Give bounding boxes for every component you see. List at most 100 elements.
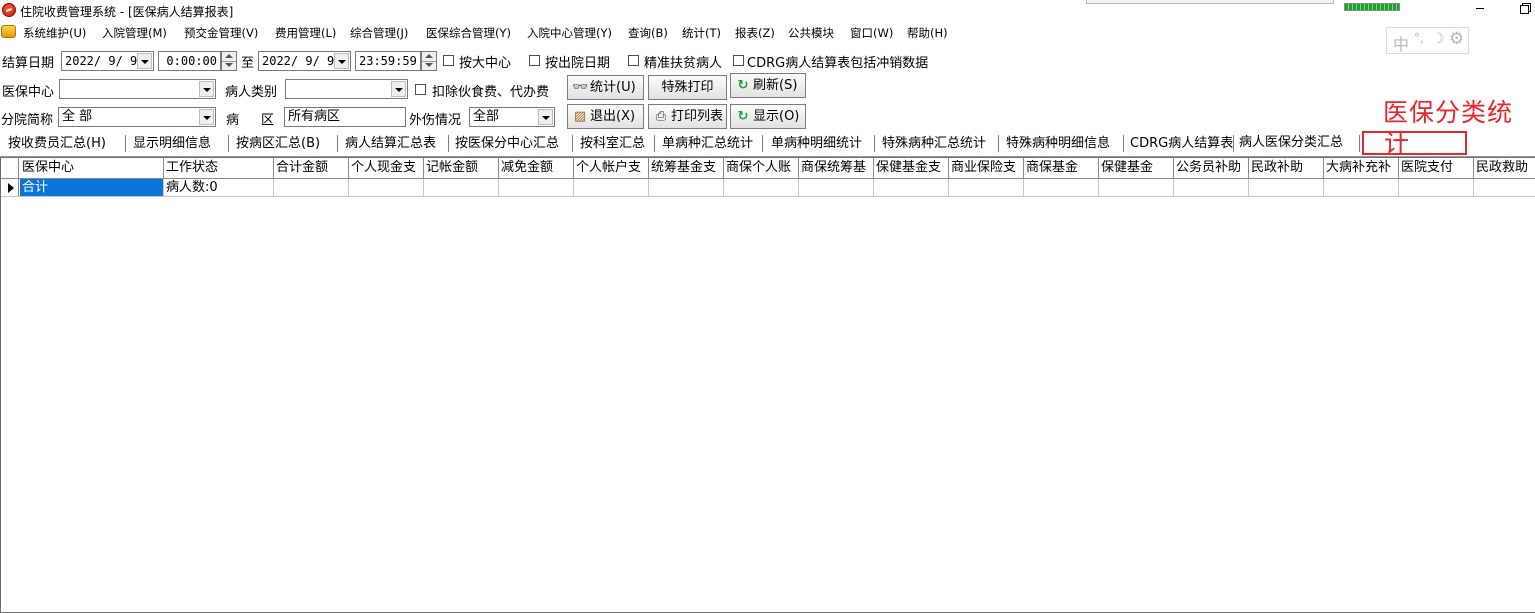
col-commercial-fund[interactable]: 商保基金 — [1024, 158, 1099, 178]
tab-insurance-category-summary[interactable]: 病人医保分类汇总 — [1239, 132, 1348, 156]
menu-insurance[interactable]: 医保综合管理(Y) — [426, 25, 511, 41]
branch-select[interactable]: 全 部 — [58, 107, 216, 127]
end-time-field[interactable]: 23:59:59 — [355, 51, 421, 71]
print-list-button[interactable]: ⎙ 打印列表 — [648, 104, 727, 129]
start-time-spinner[interactable] — [221, 51, 237, 71]
tab-by-insurance-subcenter[interactable]: 按医保分中心汇总 — [455, 134, 559, 155]
col-civil-affairs-aid[interactable]: 民政救助 — [1474, 158, 1535, 178]
injury-select[interactable]: 全部 — [469, 107, 555, 127]
col-work-status[interactable]: 工作状态 — [164, 158, 274, 178]
menu-reports[interactable]: 报表(Z) — [735, 25, 775, 41]
table-cell[interactable] — [499, 179, 574, 196]
start-time-field[interactable]: 0:00:00 — [158, 51, 221, 71]
menu-window[interactable]: 窗口(W) — [850, 25, 893, 41]
end-time-spinner[interactable] — [421, 51, 437, 71]
table-cell[interactable] — [874, 179, 949, 196]
tab-by-department[interactable]: 按科室汇总 — [580, 134, 645, 155]
ward-field[interactable]: 所有病区 — [284, 107, 406, 127]
menu-admission[interactable]: 入院管理(M) — [102, 25, 167, 41]
by-center-checkbox[interactable] — [443, 55, 454, 66]
menu-help[interactable]: 帮助(H) — [907, 25, 948, 41]
table-cell[interactable] — [799, 179, 874, 196]
table-cell[interactable] — [1174, 179, 1249, 196]
menu-admission-center[interactable]: 入院中心管理(Y) — [527, 25, 612, 41]
col-personal-account[interactable]: 个人帐户支 — [574, 158, 649, 178]
exit-button[interactable]: ▨ 退出(X) — [567, 104, 644, 129]
ime-toolbar[interactable]: 中 °, ☽ ⚙ — [1386, 27, 1469, 54]
col-health-fund-pay[interactable]: 保健基金支 — [874, 158, 949, 178]
refresh-button[interactable]: ↻ 刷新(S) — [730, 73, 806, 98]
restore-icon[interactable] — [1520, 3, 1531, 14]
table-row[interactable]: 合计 病人数:0 — [1, 179, 1535, 197]
menu-query[interactable]: 查询(B) — [628, 25, 668, 41]
col-total-amount[interactable]: 合计金额 — [274, 158, 349, 178]
col-commercial-pooled[interactable]: 商保统筹基 — [799, 158, 874, 178]
menu-system[interactable]: 系统维护(U) — [23, 25, 86, 41]
menu-stats[interactable]: 统计(T) — [682, 25, 721, 41]
insurance-center-select[interactable] — [59, 79, 216, 99]
menu-general[interactable]: 综合管理(J) — [350, 25, 408, 41]
col-serious-illness[interactable]: 大病补充补 — [1324, 158, 1399, 178]
poverty-checkbox[interactable] — [628, 55, 639, 66]
col-pooled-fund[interactable]: 统筹基金支 — [649, 158, 724, 178]
col-insurance-center[interactable]: 医保中心 — [20, 158, 164, 178]
tab-by-cashier[interactable]: 按收费员汇总(H) — [8, 134, 106, 155]
col-waived-amount[interactable]: 减免金额 — [499, 158, 574, 178]
stats-button[interactable]: 👓 统计(U) — [567, 75, 644, 100]
chevron-down-icon[interactable] — [538, 109, 553, 125]
chevron-down-icon[interactable] — [199, 81, 214, 97]
table-cell[interactable] — [349, 179, 424, 196]
data-grid[interactable]: 医保中心 工作状态 合计金额 个人现金支 记帐金额 减免金额 个人帐户支 统筹基… — [0, 157, 1535, 613]
col-health-fund[interactable]: 保健基金 — [1099, 158, 1174, 178]
table-cell[interactable] — [1249, 179, 1324, 196]
menu-public[interactable]: 公共模块 — [788, 25, 834, 41]
tab-by-ward[interactable]: 按病区汇总(B) — [236, 134, 320, 155]
patient-type-select[interactable] — [285, 79, 408, 99]
end-date-value: 2022/ 9/ 9 — [262, 54, 335, 68]
table-cell[interactable] — [1024, 179, 1099, 196]
ward-label-1: 病 — [226, 113, 240, 128]
exclude-meals-checkbox[interactable] — [415, 84, 426, 95]
table-cell[interactable] — [649, 179, 724, 196]
table-cell[interactable] — [274, 179, 349, 196]
table-cell[interactable]: 合计 — [20, 179, 164, 196]
tab-detail-info[interactable]: 显示明细信息 — [133, 134, 211, 155]
tab-single-disease-summary[interactable]: 单病种汇总统计 — [662, 134, 753, 155]
chevron-down-icon[interactable] — [334, 53, 349, 69]
table-cell[interactable]: 病人数:0 — [164, 179, 274, 196]
col-commercial-personal[interactable]: 商保个人账 — [724, 158, 799, 178]
col-personal-cash[interactable]: 个人现金支 — [349, 158, 424, 178]
start-date-picker[interactable]: 2022/ 9/ 9 — [61, 51, 154, 71]
table-cell[interactable] — [1399, 179, 1474, 196]
chevron-down-icon[interactable] — [391, 81, 406, 97]
mdi-child-icon[interactable] — [1, 25, 16, 38]
table-cell[interactable] — [424, 179, 499, 196]
table-cell[interactable] — [1474, 179, 1535, 196]
tab-special-disease-detail[interactable]: 特殊病种明细信息 — [1006, 134, 1110, 155]
tab-cdrg-settlement[interactable]: CDRG病人结算表 — [1130, 134, 1233, 155]
minimize-icon[interactable] — [1472, 0, 1488, 16]
table-cell[interactable] — [1099, 179, 1174, 196]
tab-special-disease-summary[interactable]: 特殊病种汇总统计 — [882, 134, 986, 155]
special-print-button[interactable]: 特殊打印 — [648, 75, 727, 100]
chevron-down-icon[interactable] — [199, 109, 214, 125]
menu-deposit[interactable]: 预交金管理(V) — [184, 25, 258, 41]
table-cell[interactable] — [949, 179, 1024, 196]
table-cell[interactable] — [574, 179, 649, 196]
col-civil-servant-subsidy[interactable]: 公务员补助 — [1174, 158, 1249, 178]
cdrg-checkbox[interactable] — [733, 55, 744, 66]
table-cell[interactable] — [724, 179, 799, 196]
tab-single-disease-detail[interactable]: 单病种明细统计 — [771, 134, 862, 155]
col-commercial-insurance[interactable]: 商业保险支 — [949, 158, 1024, 178]
table-cell[interactable] — [1324, 179, 1399, 196]
tab-settlement-summary[interactable]: 病人结算汇总表 — [345, 134, 436, 155]
end-date-picker[interactable]: 2022/ 9/ 9 — [258, 51, 351, 71]
chevron-down-icon[interactable] — [137, 53, 152, 69]
col-charge-amount[interactable]: 记帐金额 — [424, 158, 499, 178]
ime-settings-icon[interactable]: ⚙ — [1449, 29, 1464, 49]
menu-fee[interactable]: 费用管理(L) — [275, 25, 336, 41]
by-discharge-checkbox[interactable] — [529, 55, 540, 66]
col-civil-affairs-subsidy[interactable]: 民政补助 — [1249, 158, 1324, 178]
display-button[interactable]: ↻ 显示(O) — [730, 104, 806, 129]
col-hospital-pay[interactable]: 医院支付 — [1399, 158, 1474, 178]
